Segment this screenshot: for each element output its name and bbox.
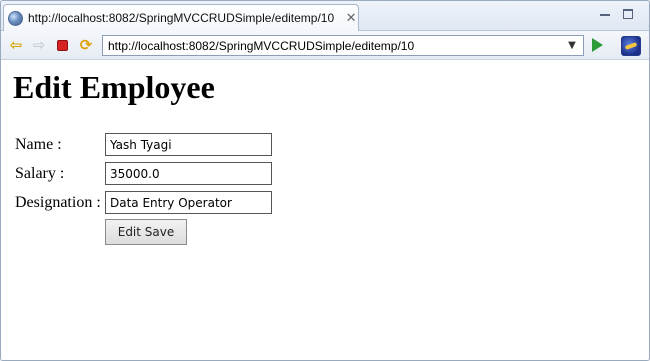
page-title: Edit Employee — [13, 69, 215, 105]
eclipse-icon[interactable] — [621, 36, 641, 56]
dropdown-icon[interactable]: ▼ — [563, 36, 581, 55]
tab-strip: http://localhost:8082/SpringMVCCRUDSimpl… — [1, 1, 649, 31]
close-icon[interactable]: ✕ — [344, 11, 358, 26]
page-content: Edit Employee Name : Salary : Designatio… — [1, 61, 649, 360]
globe-icon — [8, 10, 23, 26]
refresh-icon[interactable]: ⟳ — [78, 36, 94, 54]
minimize-icon[interactable] — [598, 7, 612, 21]
forward-icon[interactable]: ⇨ — [31, 36, 47, 54]
designation-label: Designation : — [15, 194, 101, 211]
name-field[interactable] — [105, 133, 272, 156]
maximize-icon[interactable] — [621, 7, 635, 21]
back-icon[interactable]: ⇦ — [8, 36, 24, 54]
go-icon[interactable] — [592, 38, 603, 52]
name-label: Name : — [15, 136, 62, 153]
edit-save-button[interactable]: Edit Save — [105, 219, 187, 245]
stop-icon[interactable] — [54, 37, 70, 53]
tab-title: http://localhost:8082/SpringMVCCRUDSimpl… — [28, 11, 335, 25]
address-bar[interactable]: ▼ — [102, 35, 584, 56]
designation-field[interactable] — [105, 191, 272, 214]
salary-field[interactable] — [105, 162, 272, 185]
salary-label: Salary : — [15, 165, 65, 182]
browser-tab[interactable]: http://localhost:8082/SpringMVCCRUDSimpl… — [3, 4, 359, 31]
browser-window: http://localhost:8082/SpringMVCCRUDSimpl… — [0, 0, 650, 361]
url-input[interactable] — [103, 36, 563, 55]
